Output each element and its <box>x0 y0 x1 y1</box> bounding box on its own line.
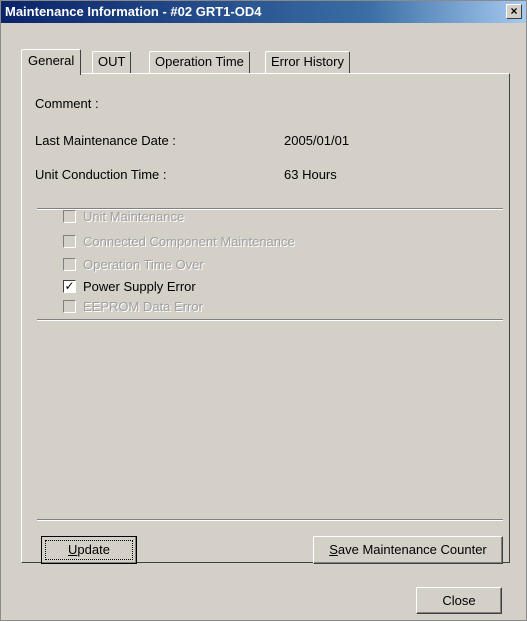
title-bar: Maintenance Information - #02 GRT1-OD4 <box>1 1 526 23</box>
window-title: Maintenance Information - #02 GRT1-OD4 <box>5 4 262 19</box>
tab-out[interactable]: OUT <box>92 51 132 73</box>
maintenance-info-dialog: Maintenance Information - #02 GRT1-OD4 ×… <box>0 0 527 621</box>
general-tab-panel <box>21 73 510 563</box>
close-button[interactable]: Close <box>416 587 502 614</box>
tab-general[interactable]: General <box>21 49 82 75</box>
save-maintenance-counter-button[interactable]: Save Maintenance Counter <box>313 536 503 564</box>
update-button[interactable]: Update <box>41 536 137 564</box>
tab-operation-time[interactable]: Operation Time <box>149 51 250 73</box>
close-icon[interactable]: × <box>506 4 522 19</box>
tab-error-history[interactable]: Error History <box>265 51 350 73</box>
